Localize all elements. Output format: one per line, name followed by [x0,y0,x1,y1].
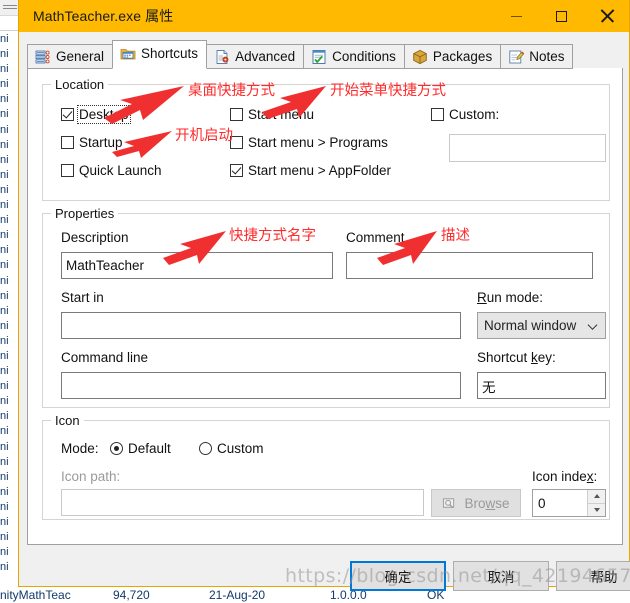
run-mode-dropdown[interactable]: Normal window [477,312,606,339]
radio-label: Custom [217,441,264,456]
command-line-label: Command line [61,350,149,365]
checklist-icon [312,49,326,64]
browse-button[interactable]: Browse [431,489,521,517]
checkbox-start-menu-appfolder[interactable]: Start menu > AppFolder [230,163,391,178]
tab-shortcuts[interactable]: Shortcuts [112,40,208,69]
package-box-icon [413,49,427,64]
annotation-shortcut-name: 快捷方式名字 [229,228,316,244]
checkbox-box [61,136,74,149]
annotation-start-menu-shortcut: 开始菜单快捷方式 [330,83,446,99]
tab-label: Notes [529,49,565,64]
annotation-description: 描述 [441,228,470,244]
background-cell-size: 94,720 [113,588,150,602]
location-group-label: Location [51,77,109,92]
checkbox-label: Startup [79,135,123,150]
tab-label: General [56,49,105,64]
checkbox-startup[interactable]: Startup [61,135,123,150]
close-icon [600,9,614,23]
radio-dot [110,442,123,455]
checkbox-box [61,164,74,177]
stepper-up-icon[interactable] [588,490,605,503]
icon-group-label: Icon [51,413,84,428]
location-group: Location Desktop Startup Quick Launch St… [42,77,610,201]
checkbox-box [61,108,74,121]
tab-conditions[interactable]: Conditions [303,44,405,69]
icon-index-value: 0 [538,495,546,511]
checkbox-box [230,164,243,177]
shortcut-key-label: Shortcut key: [477,350,556,365]
window-controls [494,0,629,32]
checkbox-label: Start menu [248,107,315,122]
checkbox-custom[interactable]: Custom: [431,107,499,122]
icon-index-stepper[interactable]: 0 [532,489,606,517]
stepper-arrows [587,490,605,516]
close-button[interactable] [584,0,629,32]
radio-icon-custom[interactable]: Custom [199,441,264,456]
custom-location-input[interactable] [449,134,606,162]
tab-label: Advanced [235,49,296,64]
checkbox-desktop[interactable]: Desktop [61,105,131,124]
properties-group-label: Properties [51,206,119,221]
tab-advanced[interactable]: Advanced [206,44,305,69]
comment-label: Comment [346,230,405,245]
radio-dot [199,442,212,455]
shortcut-key-input[interactable] [477,372,606,399]
folder-shortcut-icon [120,48,136,59]
stepper-down-icon[interactable] [588,502,605,516]
title-bar: MathTeacher.exe 属性 [19,0,629,32]
watermark: https://blog.csdn.net/qq_42194657 [285,565,630,587]
annotation-desktop-shortcut: 桌面快捷方式 [188,83,275,99]
start-in-label: Start in [61,290,104,305]
radio-label: Default [128,441,171,456]
tab-notes[interactable]: Notes [500,44,574,69]
tab-general[interactable]: General [27,44,114,69]
minimize-button[interactable] [494,0,539,32]
browse-folder-icon [443,497,455,508]
checkbox-start-menu[interactable]: Start menu [230,107,314,122]
checkbox-quick-launch[interactable]: Quick Launch [61,163,162,178]
tab-label: Packages [432,49,493,64]
window-title: MathTeacher.exe 属性 [33,8,174,24]
tab-packages[interactable]: Packages [403,44,502,69]
document-gear-icon [216,49,229,64]
background-cell-date: 21-Aug-20 [209,588,266,602]
command-line-input[interactable] [61,372,461,399]
properties-dialog: MathTeacher.exe 属性 General Shortcuts Adv… [18,0,630,591]
note-pencil-icon [509,50,525,63]
maximize-button[interactable] [539,0,584,32]
checkbox-label: Quick Launch [79,163,162,178]
list-properties-icon [35,50,50,63]
shortcuts-tab-page: Location Desktop Startup Quick Launch St… [27,68,623,545]
icon-index-label: Icon index: [532,469,598,484]
maximize-icon [556,10,567,22]
description-input[interactable] [61,252,333,279]
tab-label: Shortcuts [141,46,199,61]
browse-label: Browse [464,495,510,511]
comment-input[interactable] [346,252,593,279]
start-in-input[interactable] [61,312,461,339]
annotation-startup: 开机启动 [175,128,233,144]
screen: ni ni ni ni ni ni ni ni ni ni ni ni ni ni ni ni ni ni ni ni… [0,0,630,603]
properties-group: Properties Description Comment Start in … [42,206,610,408]
checkbox-label: Start menu > Programs [248,135,388,150]
checkbox-start-menu-programs[interactable]: Start menu > Programs [230,135,388,150]
checkbox-label: Custom: [449,107,500,122]
tab-label: Conditions [332,49,396,64]
chevron-down-icon [587,319,598,330]
minimize-icon [511,15,522,17]
icon-group: Icon Mode: Default Custom Icon path: Bro… [42,413,610,520]
checkbox-label: Start menu > AppFolder [248,163,391,178]
icon-path-input[interactable] [61,489,424,516]
checkbox-box [431,108,444,121]
description-label: Description [61,230,129,245]
tab-bar: General Shortcuts Advanced Conditions Pa… [27,39,621,69]
checkbox-box [230,108,243,121]
run-mode-label: Run mode: [477,290,544,305]
icon-path-label: Icon path: [61,469,121,484]
checkbox-label: Desktop [77,105,131,124]
icon-mode-label: Mode: [61,441,99,456]
radio-icon-default[interactable]: Default [110,441,171,456]
run-mode-value: Normal window [484,318,577,333]
background-cell-name: nityMathTeac [0,588,71,602]
